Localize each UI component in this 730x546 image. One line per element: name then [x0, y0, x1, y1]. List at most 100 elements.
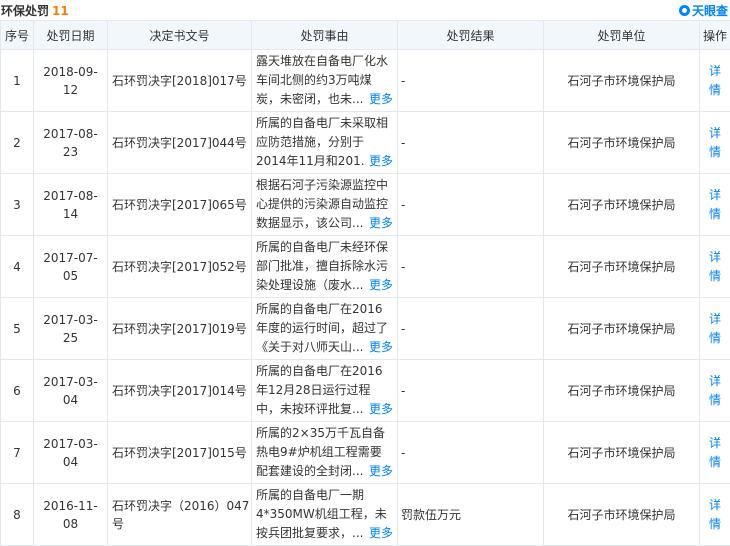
table-row: 8 2016-11-08 石环罚决字（2016）047号 所属的自备电厂一期4*… — [0, 483, 730, 546]
penalty-authority: 石河子市环境保护局 — [543, 49, 700, 112]
table-row: 7 2017-03-04 石环罚决字[2017]015号 所属的2×35万千瓦自… — [0, 421, 730, 484]
penalty-result: - — [397, 49, 544, 112]
column-header-result: 处罚结果 — [397, 20, 544, 50]
penalty-reason-cell: 所属的自备电厂未采取相应防范措施，分别于2014年11月和201... 更多 — [251, 111, 398, 174]
record-count-badge: 11 — [52, 4, 69, 18]
penalty-reason: 所属的自备电厂在2016年12月28日运行过程中，未按环评批复... 更多 — [256, 362, 393, 419]
details-link[interactable]: 详情 — [708, 496, 722, 534]
row-index: 2 — [0, 111, 34, 174]
penalty-reason-cell: 所属的自备电厂在2016年12月28日运行过程中，未按环评批复... 更多 — [251, 359, 398, 422]
penalty-authority: 石河子市环境保护局 — [543, 173, 700, 236]
penalty-result: - — [397, 359, 544, 422]
penalty-reason-cell: 所属的自备电厂在2016年度的运行时间，超过了《关于对八师天山... 更多 — [251, 297, 398, 360]
penalty-reason: 所属的自备电厂一期4*350MW机组工程，未按兵团批复要求，... 更多 — [256, 486, 393, 543]
column-header-operation: 操作 — [699, 20, 730, 50]
details-link[interactable]: 详情 — [708, 248, 722, 286]
operation-cell: 详情 — [699, 359, 730, 422]
penalty-result: - — [397, 297, 544, 360]
penalty-result: - — [397, 173, 544, 236]
more-link[interactable]: 更多 — [365, 338, 393, 357]
penalty-authority: 石河子市环境保护局 — [543, 297, 700, 360]
row-index: 4 — [0, 235, 34, 298]
penalty-authority: 石河子市环境保护局 — [543, 235, 700, 298]
more-link[interactable]: 更多 — [365, 462, 393, 481]
penalty-date: 2017-08-14 — [33, 173, 108, 236]
row-index: 7 — [0, 421, 34, 484]
penalty-date: 2017-03-04 — [33, 359, 108, 422]
row-index: 3 — [0, 173, 34, 236]
tianyancha-logo-icon — [678, 5, 690, 16]
operation-cell: 详情 — [699, 421, 730, 484]
details-link[interactable]: 详情 — [708, 62, 722, 100]
document-number: 石环罚决字[2017]014号 — [107, 359, 252, 422]
document-number: 石环罚决字[2018]017号 — [107, 49, 252, 112]
penalty-authority: 石河子市环境保护局 — [543, 359, 700, 422]
penalty-table: 序号 处罚日期 决定书文号 处罚事由 处罚结果 处罚单位 操作 1 2018-0… — [0, 20, 730, 546]
penalty-reason-cell: 所属的自备电厂未经环保部门批准，擅自拆除水污染处理设施（废水... 更多 — [251, 235, 398, 298]
penalty-result: - — [397, 111, 544, 174]
penalty-reason: 所属的自备电厂未采取相应防范措施，分别于2014年11月和201... 更多 — [256, 114, 393, 171]
document-number: 石环罚决字[2017]044号 — [107, 111, 252, 174]
operation-cell: 详情 — [699, 49, 730, 112]
row-index: 6 — [0, 359, 34, 422]
section-header: 环保处罚 11 天眼查 — [0, 0, 730, 20]
document-number: 石环罚决字（2016）047号 — [107, 483, 252, 546]
penalty-authority: 石河子市环境保护局 — [543, 111, 700, 174]
column-header-date: 处罚日期 — [33, 20, 108, 50]
more-link[interactable]: 更多 — [365, 152, 393, 171]
operation-cell: 详情 — [699, 483, 730, 546]
penalty-authority: 石河子市环境保护局 — [543, 421, 700, 484]
more-link[interactable]: 更多 — [365, 400, 393, 419]
table-row: 1 2018-09-12 石环罚决字[2018]017号 露天堆放在自备电厂化水… — [0, 49, 730, 112]
penalty-result: 罚款伍万元 — [397, 483, 544, 546]
table-row: 2 2017-08-23 石环罚决字[2017]044号 所属的自备电厂未采取相… — [0, 111, 730, 174]
penalty-result: - — [397, 235, 544, 298]
table-row: 6 2017-03-04 石环罚决字[2017]014号 所属的自备电厂在201… — [0, 359, 730, 422]
penalty-date: 2016-11-08 — [33, 483, 108, 546]
more-link[interactable]: 更多 — [365, 90, 393, 109]
penalty-authority: 石河子市环境保护局 — [543, 483, 700, 546]
table-row: 5 2017-03-25 石环罚决字[2017]019号 所属的自备电厂在201… — [0, 297, 730, 360]
section-title: 环保处罚 11 — [1, 2, 69, 19]
column-header-reason: 处罚事由 — [251, 20, 398, 50]
more-link[interactable]: 更多 — [365, 214, 393, 233]
brand-name: 天眼查 — [691, 4, 728, 18]
penalty-date: 2018-09-12 — [33, 49, 108, 112]
table-row: 4 2017-07-05 石环罚决字[2017]052号 所属的自备电厂未经环保… — [0, 235, 730, 298]
table-row: 3 2017-08-14 石环罚决字[2017]065号 根据石河子污染源监控中… — [0, 173, 730, 236]
penalty-date: 2017-03-25 — [33, 297, 108, 360]
penalty-date: 2017-03-04 — [33, 421, 108, 484]
penalty-reason: 所属的自备电厂在2016年度的运行时间，超过了《关于对八师天山... 更多 — [256, 300, 393, 357]
penalty-reason: 根据石河子污染源监控中心提供的污染源自动监控数据显示，该公司... 更多 — [256, 176, 393, 233]
document-number: 石环罚决字[2017]065号 — [107, 173, 252, 236]
more-link[interactable]: 更多 — [365, 276, 393, 295]
row-index: 5 — [0, 297, 34, 360]
details-link[interactable]: 详情 — [708, 310, 722, 348]
penalty-reason-cell: 所属的自备电厂一期4*350MW机组工程，未按兵团批复要求，... 更多 — [251, 483, 398, 546]
table-header-row: 序号 处罚日期 决定书文号 处罚事由 处罚结果 处罚单位 操作 — [0, 20, 730, 50]
more-link[interactable]: 更多 — [365, 524, 393, 543]
operation-cell: 详情 — [699, 173, 730, 236]
operation-cell: 详情 — [699, 235, 730, 298]
penalty-reason: 所属的2×35万千瓦自备热电9#炉机组工程需要配套建设的全封闭... 更多 — [256, 424, 393, 481]
penalty-reason: 所属的自备电厂未经环保部门批准，擅自拆除水污染处理设施（废水... 更多 — [256, 238, 393, 295]
row-index: 8 — [0, 483, 34, 546]
penalty-reason-cell: 根据石河子污染源监控中心提供的污染源自动监控数据显示，该公司... 更多 — [251, 173, 398, 236]
column-header-index: 序号 — [0, 20, 34, 50]
row-index: 1 — [0, 49, 34, 112]
penalty-date: 2017-07-05 — [33, 235, 108, 298]
details-link[interactable]: 详情 — [708, 372, 722, 410]
penalty-reason: 露天堆放在自备电厂化水车间北侧的约3万吨煤炭，未密闭，也未... 更多 — [256, 52, 393, 109]
operation-cell: 详情 — [699, 297, 730, 360]
details-link[interactable]: 详情 — [708, 124, 722, 162]
penalty-reason-cell: 所属的2×35万千瓦自备热电9#炉机组工程需要配套建设的全封闭... 更多 — [251, 421, 398, 484]
document-number: 石环罚决字[2017]015号 — [107, 421, 252, 484]
column-header-authority: 处罚单位 — [543, 20, 700, 50]
penalty-result: - — [397, 421, 544, 484]
details-link[interactable]: 详情 — [708, 434, 722, 472]
details-link[interactable]: 详情 — [708, 186, 722, 224]
penalty-reason-cell: 露天堆放在自备电厂化水车间北侧的约3万吨煤炭，未密闭，也未... 更多 — [251, 49, 398, 112]
document-number: 石环罚决字[2017]019号 — [107, 297, 252, 360]
brand-logo[interactable]: 天眼查 — [678, 2, 728, 19]
operation-cell: 详情 — [699, 111, 730, 174]
